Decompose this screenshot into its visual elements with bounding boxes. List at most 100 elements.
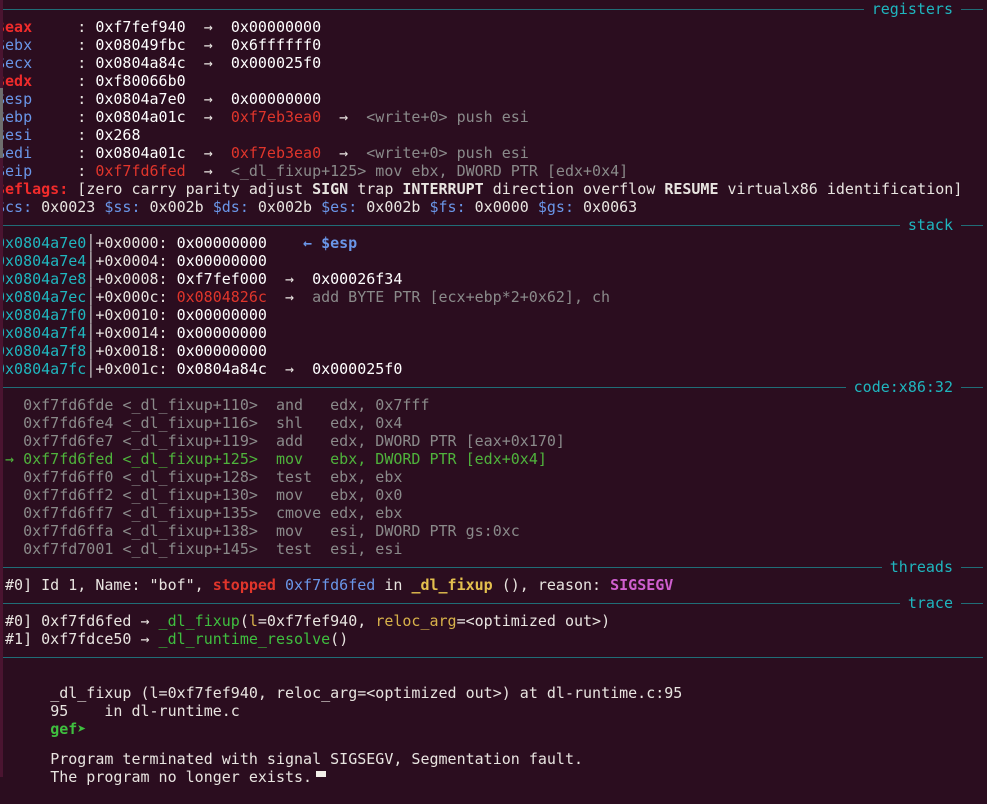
segment-name: $es: bbox=[321, 198, 358, 216]
deref-arrow-icon: → bbox=[266, 270, 313, 288]
instruction-operands: edx, DWORD PTR [eax+0x170] bbox=[330, 432, 565, 450]
stack-value: 0xf7fef000 bbox=[176, 270, 267, 288]
stack-separator: │ bbox=[86, 252, 96, 270]
register-name: $esi bbox=[0, 126, 78, 144]
register-name: $edi bbox=[0, 144, 78, 162]
instruction-address: 0xf7fd6fe4 bbox=[23, 414, 123, 432]
disassembly-row-current: → 0xf7fd6fed <_dl_fixup+125> mov ebx, DW… bbox=[0, 450, 987, 468]
trace-function: _dl_runtime_resolve bbox=[149, 630, 331, 648]
segment-name: $ss: bbox=[104, 198, 141, 216]
source-frame-line: _dl_fixup (l=0xf7fef940, reloc_arg=<opti… bbox=[0, 666, 987, 702]
register-value: 0x0804a84c bbox=[95, 54, 186, 72]
eflag-direction: direction bbox=[492, 180, 574, 198]
trace-row: [#1] 0xf7fdce50 → _dl_runtime_resolve() bbox=[0, 630, 987, 648]
instruction-mnemonic: mov bbox=[275, 450, 331, 468]
stack-value: 0x00000000 bbox=[176, 252, 267, 270]
register-separator: : bbox=[77, 36, 96, 54]
register-value: 0xf80066b0 bbox=[95, 72, 186, 90]
terminal-content: registers $eax : 0xf7fef940 → 0x00000000… bbox=[0, 0, 987, 786]
stack-separator: │ bbox=[86, 360, 96, 378]
source-frame-text: _dl_fixup (l=0xf7fef940, reloc_arg=<opti… bbox=[50, 684, 683, 702]
stack-value: 0x0804a84c bbox=[176, 360, 267, 378]
register-value: 0x08049fbc bbox=[95, 36, 186, 54]
segment-value: 0x0063 bbox=[574, 198, 638, 216]
stack-offset: +0x0004: bbox=[95, 252, 177, 270]
instruction-mnemonic: cmove bbox=[275, 504, 331, 522]
register-separator: : bbox=[77, 72, 96, 90]
deref-arrow-icon: → bbox=[185, 144, 231, 162]
deref-arrow-icon: → bbox=[266, 288, 313, 306]
register-separator: : bbox=[77, 54, 96, 72]
register-row: $edi : 0x0804a01c → 0xf7eb3ea0 → <write+… bbox=[0, 144, 987, 162]
instruction-symbol: <_dl_fixup+145> bbox=[122, 540, 276, 558]
register-deref: 0x000025f0 bbox=[230, 54, 322, 72]
current-instruction-arrow-icon bbox=[0, 522, 23, 540]
segment-value: 0x002b bbox=[140, 198, 204, 216]
scrollbar-thumb[interactable] bbox=[0, 88, 3, 158]
instruction-symbol: <_dl_fixup+138> bbox=[122, 522, 276, 540]
stack-address: 0x0804a7e4 bbox=[0, 252, 87, 270]
current-instruction-arrow-icon bbox=[0, 432, 23, 450]
thread-index: [#0] bbox=[0, 576, 33, 594]
trace-arg-comma: , bbox=[357, 612, 376, 630]
register-row: $eip : 0xf7fd6fed → <_dl_fixup+125> mov … bbox=[0, 162, 987, 180]
register-row: $esi : 0x268 bbox=[0, 126, 987, 144]
stack-separator: │ bbox=[86, 324, 96, 342]
text-cursor bbox=[316, 771, 326, 777]
stack-address: 0x0804a7f4 bbox=[0, 324, 87, 342]
instruction-mnemonic: shl bbox=[275, 414, 331, 432]
deref-arrow-icon: → bbox=[185, 36, 231, 54]
thread-reason-label: (), reason: bbox=[492, 576, 611, 594]
prompt-label: gef bbox=[50, 720, 78, 738]
backtrace-list: [#0] 0xf7fd6fed → _dl_fixup(l=0xf7fef940… bbox=[0, 612, 987, 648]
deref-arrow-icon: → bbox=[185, 108, 231, 126]
register-deref: <_dl_fixup+125> mov ebx, DWORD PTR [edx+… bbox=[230, 162, 629, 180]
divider-line bbox=[0, 566, 882, 568]
stack-offset: +0x0014: bbox=[95, 324, 177, 342]
eflags-close: ] bbox=[953, 180, 963, 198]
segment-name: $ds: bbox=[212, 198, 249, 216]
section-header-trace: trace bbox=[0, 594, 987, 612]
trace-arg-name: reloc_arg bbox=[375, 612, 457, 630]
register-value: 0xf7fd6fed bbox=[95, 162, 186, 180]
register-row: $eax : 0xf7fef940 → 0x00000000 bbox=[0, 18, 987, 36]
segment-name: $fs: bbox=[429, 198, 466, 216]
stack-address: 0x0804a7e8 bbox=[0, 270, 87, 288]
thread-id-name: Id 1, Name: "bof", bbox=[32, 576, 213, 594]
instruction-mnemonic: add bbox=[275, 432, 331, 450]
section-label-threads: threads bbox=[889, 558, 953, 576]
divider-line bbox=[961, 8, 983, 10]
eflag-resume: RESUME bbox=[664, 180, 719, 198]
stack-value: 0x00000000 bbox=[176, 342, 267, 360]
divider-line bbox=[961, 386, 983, 388]
thread-entry: [#0] Id 1, Name: "bof", stopped 0xf7fd6f… bbox=[0, 576, 987, 594]
stack-row: 0x0804a7f8 │ +0x0018: 0x00000000 bbox=[0, 342, 987, 360]
stack-address: 0x0804a7ec bbox=[0, 288, 87, 306]
thread-in-label: in bbox=[375, 576, 412, 594]
trace-function: _dl_fixup bbox=[149, 612, 240, 630]
register-name: $eax bbox=[0, 18, 78, 36]
section-header-registers: registers bbox=[0, 0, 987, 18]
trace-arg-name: l bbox=[248, 612, 258, 630]
instruction-address: 0xf7fd6ff7 bbox=[23, 504, 123, 522]
stack-offset: +0x0018: bbox=[95, 342, 177, 360]
instruction-address: 0xf7fd7001 bbox=[23, 540, 123, 558]
register-separator: : bbox=[77, 144, 96, 162]
eflag-trap: trap bbox=[357, 180, 394, 198]
terminal-scrollbar[interactable] bbox=[0, 0, 3, 777]
stack-offset: +0x0010: bbox=[95, 306, 177, 324]
deref-arrow-icon: → bbox=[185, 90, 231, 108]
eflag-sign: SIGN bbox=[312, 180, 349, 198]
stack-value: 0x00000000 bbox=[176, 306, 267, 324]
instruction-operands: esi, esi bbox=[330, 540, 403, 558]
